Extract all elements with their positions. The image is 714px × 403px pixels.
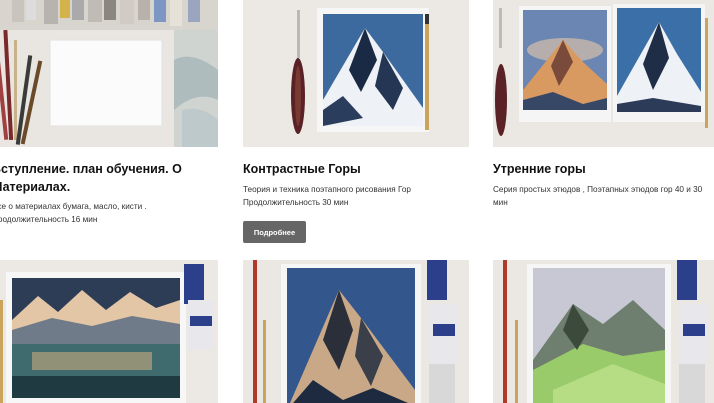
course-image-2[interactable] bbox=[243, 0, 469, 147]
course-image-3[interactable] bbox=[493, 0, 714, 147]
course-desc-line: Продолжительность 30 мин bbox=[243, 198, 349, 207]
course-image-5[interactable] bbox=[243, 260, 469, 403]
course-title-3[interactable]: Утренние горы bbox=[493, 160, 714, 178]
course-title-2[interactable]: Контрастные Горы bbox=[243, 160, 475, 178]
course-title-1[interactable]: Вступление. план обучения. О Материалах. bbox=[0, 160, 224, 196]
course-desc-1: Все о материалах бумага, масло, кисти . … bbox=[0, 200, 224, 226]
course-desc-line: Серия простых этюдов , Поэтапных этюдов … bbox=[493, 185, 703, 194]
course-desc-line: мин bbox=[493, 198, 508, 207]
course-desc-3: Серия простых этюдов , Поэтапных этюдов … bbox=[493, 183, 714, 209]
course-desc-line: Все о материалах бумага, масло, кисти . bbox=[0, 202, 147, 211]
more-details-button[interactable]: Подробнее bbox=[243, 221, 306, 243]
course-image-4[interactable] bbox=[0, 260, 218, 403]
course-desc-2: Теория и техника поэтапного рисования Го… bbox=[243, 183, 475, 209]
course-image-1[interactable] bbox=[0, 0, 218, 147]
course-image-6[interactable] bbox=[493, 260, 714, 403]
course-desc-line: Теория и техника поэтапного рисования Го… bbox=[243, 185, 411, 194]
course-desc-line: Продолжительность 16 мин bbox=[0, 215, 98, 224]
